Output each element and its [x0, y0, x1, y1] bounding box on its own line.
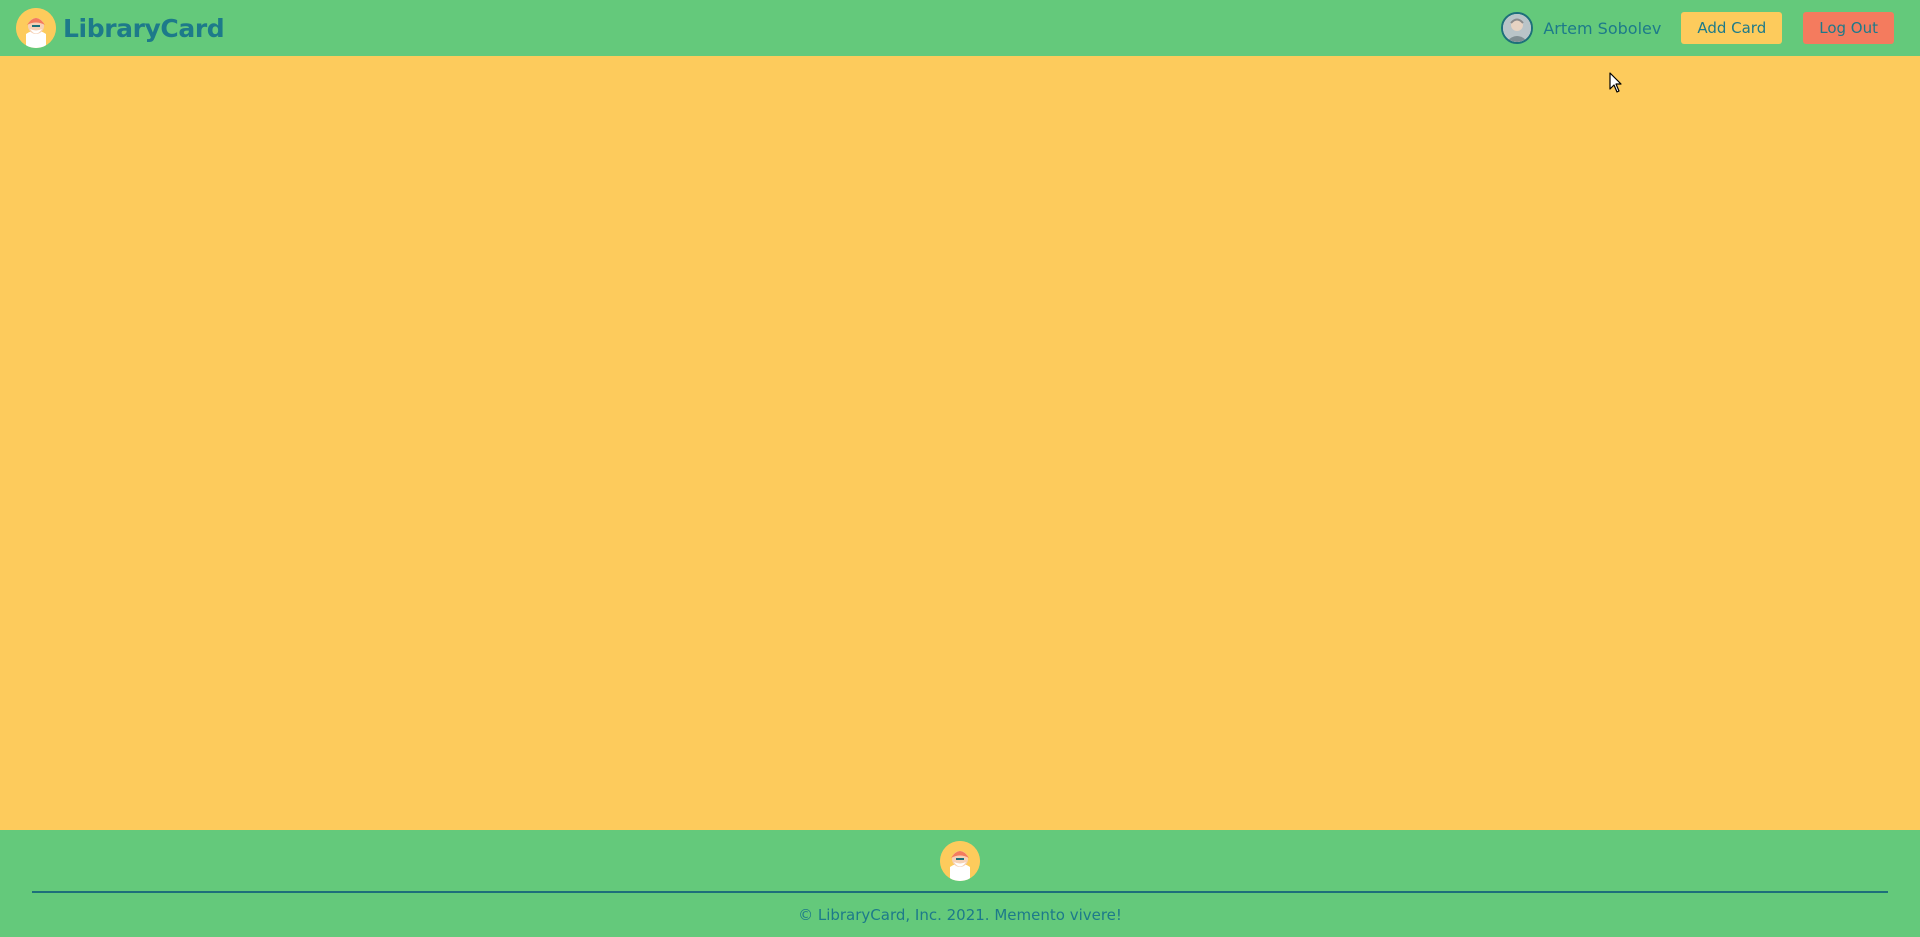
footer: © LibraryCard, Inc. 2021. Memento vivere… [0, 830, 1920, 937]
logout-button[interactable]: Log Out [1803, 12, 1894, 44]
footer-logo-icon [940, 841, 980, 881]
copyright-text: © LibraryCard, Inc. 2021. Memento vivere… [798, 906, 1122, 924]
brand-link[interactable]: LibraryCard [16, 8, 225, 48]
brand-name: LibraryCard [63, 13, 225, 43]
user-name: Artem Sobolev [1543, 18, 1662, 38]
avatar [1501, 12, 1534, 44]
footer-divider [32, 891, 1888, 893]
add-card-button[interactable]: Add Card [1681, 12, 1783, 44]
user-profile[interactable]: Artem Sobolev [1501, 12, 1661, 44]
mouse-cursor-icon [1609, 72, 1623, 98]
top-navbar: LibraryCard Artem Sobolev Add Card Log O… [0, 0, 1920, 56]
navbar-actions: Artem Sobolev Add Card Log Out [1501, 12, 1894, 44]
logo-icon [16, 8, 56, 48]
